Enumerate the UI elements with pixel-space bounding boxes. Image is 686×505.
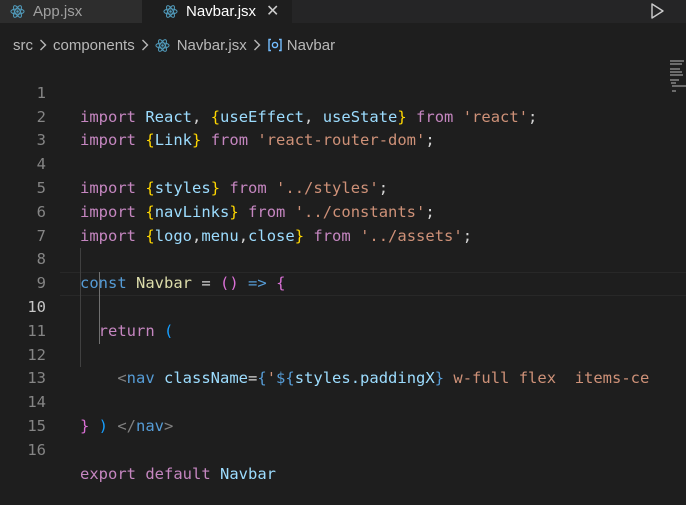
code-line[interactable]: 11 — [0, 295, 686, 340]
code-area[interactable]: 1 import React, {useEffect, useState} fr… — [0, 58, 686, 483]
code-line[interactable]: 1 import React, {useEffect, useState} fr… — [0, 58, 686, 126]
code-line[interactable]: 8 const Navbar = () => { — [0, 225, 686, 292]
breadcrumb-components[interactable]: components — [53, 37, 135, 54]
react-icon — [10, 4, 25, 19]
code-line-current[interactable]: 10 <nav className={'${styles.paddingX} w… — [0, 272, 686, 387]
code-editor: App.jsx Navbar.jsx ✕ src components Navb… — [0, 0, 686, 505]
indent-guide — [99, 295, 100, 320]
code-line[interactable]: 4 import {styles} from '../styles'; — [0, 129, 686, 197]
symbol-brackets-icon — [267, 38, 283, 52]
tab-label: Navbar.jsx — [186, 3, 257, 20]
tab-bar: App.jsx Navbar.jsx ✕ — [0, 0, 686, 23]
minimap[interactable] — [668, 58, 686, 98]
indent-guide — [99, 272, 100, 296]
close-icon[interactable]: ✕ — [266, 3, 279, 20]
indent-guide — [80, 319, 81, 344]
breadcrumb-file[interactable]: Navbar.jsx — [177, 37, 247, 54]
indent-guide — [80, 248, 81, 273]
indent-guide — [99, 319, 100, 344]
code-line[interactable]: 9 return ( — [0, 248, 686, 340]
breadcrumb-src[interactable]: src — [13, 37, 33, 54]
react-icon — [163, 4, 178, 19]
breadcrumb: src components Navbar.jsx Navbar — [0, 34, 686, 56]
code-line[interactable]: 2 import {Link} from 'react-router-dom'; — [0, 82, 686, 150]
code-line[interactable]: 3 — [0, 106, 686, 149]
code-line[interactable]: 7 — [0, 201, 686, 245]
play-icon[interactable] — [648, 2, 666, 20]
code-line[interactable]: 6 import {logo,menu,close} from '../asse… — [0, 177, 686, 245]
code-line[interactable]: 13 ) — [0, 343, 686, 435]
react-icon — [155, 38, 170, 53]
indent-guide — [80, 295, 81, 320]
code-line[interactable]: 15 — [0, 391, 686, 435]
line-number: 16 — [27, 440, 46, 459]
code-text: export default Navbar — [80, 464, 277, 483]
chevron-right-icon — [39, 39, 47, 51]
indent-guide — [80, 343, 81, 368]
tab-label: App.jsx — [33, 3, 83, 20]
code-line[interactable]: 5 import {navLinks} from '../constants'; — [0, 153, 686, 221]
tab-navbar-jsx[interactable]: Navbar.jsx ✕ — [142, 0, 292, 23]
code-line[interactable]: 16 export default Navbar — [0, 415, 686, 483]
chevron-right-icon — [253, 39, 261, 51]
chevron-right-icon — [141, 39, 149, 51]
tab-app-jsx[interactable]: App.jsx — [0, 0, 142, 23]
breadcrumb-symbol[interactable]: Navbar — [287, 37, 335, 54]
code-line[interactable]: 12 </nav> — [0, 319, 686, 435]
indent-guide — [80, 272, 81, 296]
code-line[interactable]: 14 } — [0, 367, 686, 435]
